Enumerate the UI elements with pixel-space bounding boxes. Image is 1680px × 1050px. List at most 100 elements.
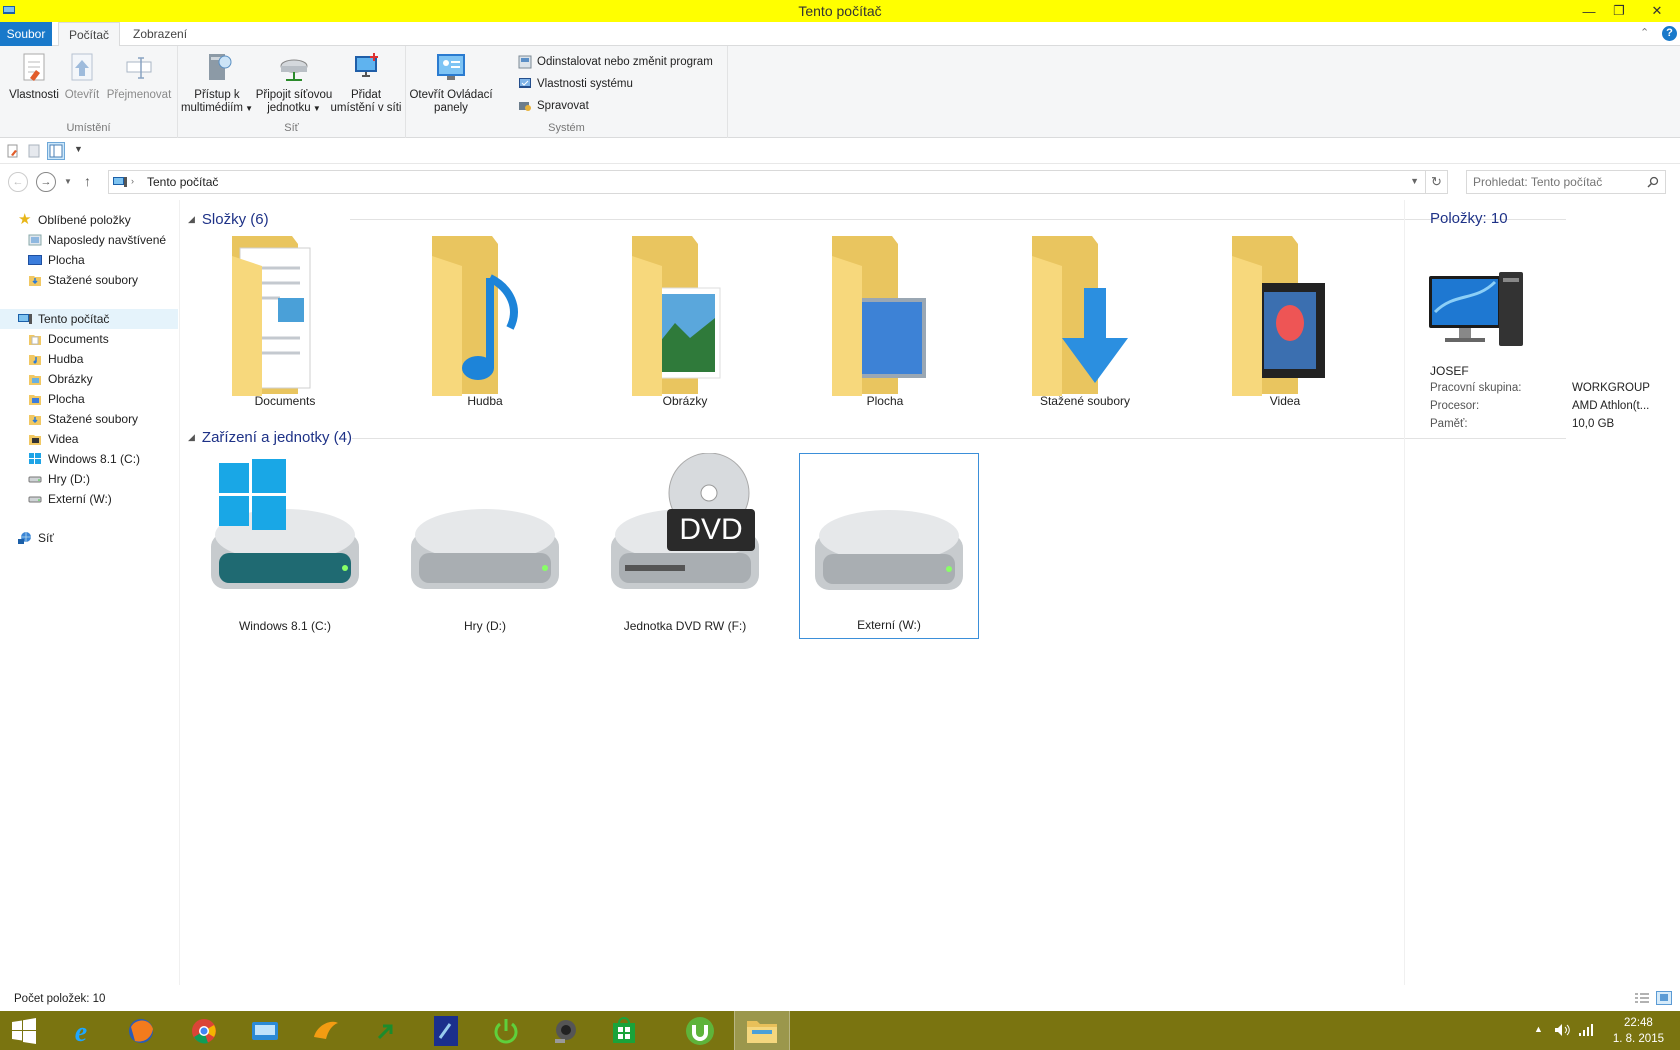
search-input[interactable] xyxy=(1473,174,1643,190)
folder-label: Plocha xyxy=(866,394,904,408)
nav-videos[interactable]: Videa xyxy=(28,429,78,449)
store-icon[interactable] xyxy=(598,1011,650,1050)
collapse-caret-icon[interactable]: ◢ xyxy=(188,432,195,443)
nav-recent-places[interactable]: Naposledy navštívené xyxy=(28,230,166,250)
nav-desktop[interactable]: Plocha xyxy=(28,389,85,409)
refresh-icon[interactable]: ↻ xyxy=(1426,170,1448,194)
address-bar[interactable]: › Tento počítač ▼ xyxy=(108,170,1426,194)
nav-fav-downloads-label: Stažené soubory xyxy=(48,273,139,287)
back-icon[interactable]: ← xyxy=(8,172,28,192)
breadcrumb-separator-icon[interactable]: › xyxy=(131,176,134,186)
folder-tile-documents[interactable]: Documents xyxy=(195,228,375,414)
restore-button[interactable]: ❐ xyxy=(1604,0,1634,22)
utorrent-icon[interactable] xyxy=(674,1011,726,1050)
layout-icon[interactable] xyxy=(47,142,65,160)
nav-music[interactable]: Hudba xyxy=(28,349,83,369)
media-access-button[interactable]: Přístup k multimédiím ▼ xyxy=(178,50,256,115)
explorer-window-icon[interactable] xyxy=(239,1011,291,1050)
computer-icon xyxy=(18,314,32,324)
add-location-label-2: umístění v síti xyxy=(330,102,402,114)
folder-tile-videos[interactable]: Videa xyxy=(1195,228,1375,414)
system-properties-button[interactable]: Vlastnosti systému xyxy=(518,74,633,94)
app-green-arrow-icon[interactable] xyxy=(360,1011,412,1050)
desktop-folder-icon xyxy=(832,236,926,396)
customize-qat-icon[interactable]: ▼ xyxy=(74,144,83,154)
dvd-badge-text: DVD xyxy=(679,513,742,546)
large-icons-view-icon[interactable] xyxy=(1656,991,1672,1005)
system-properties-label: Vlastnosti systému xyxy=(537,78,633,90)
tab-view[interactable]: Zobrazení xyxy=(123,22,197,46)
nav-this-pc[interactable]: Tento počítač xyxy=(0,309,178,329)
address-history-icon[interactable]: ▼ xyxy=(1410,176,1419,186)
open-button[interactable]: Otevřít xyxy=(62,50,102,102)
hard-drive-icon xyxy=(28,476,42,483)
close-button[interactable]: ✕ xyxy=(1642,0,1672,22)
navigation-pane: ★ Oblíbené položky Naposledy navštívené … xyxy=(0,200,180,985)
folder-tile-music[interactable]: Hudba xyxy=(395,228,575,414)
details-items-count: Položky: 10 xyxy=(1430,210,1508,227)
details-view-icon[interactable] xyxy=(1634,992,1650,1004)
folder-tile-downloads[interactable]: Stažené soubory xyxy=(995,228,1175,414)
add-network-location-button[interactable]: Přidat umístění v síti xyxy=(328,50,404,115)
map-drive-button[interactable]: Připojit síťovou jednotku ▼ xyxy=(248,50,340,115)
network-signal-icon[interactable] xyxy=(1578,1023,1594,1037)
nav-drive-w[interactable]: Externí (W:) xyxy=(28,489,112,509)
up-icon[interactable]: ↑ xyxy=(84,173,91,189)
nav-drive-d[interactable]: Hry (D:) xyxy=(28,469,90,489)
search-icon[interactable] xyxy=(1647,176,1659,188)
internet-explorer-icon[interactable]: e xyxy=(55,1011,107,1050)
app-blue-icon[interactable] xyxy=(420,1011,472,1050)
new-folder-icon[interactable] xyxy=(27,144,41,158)
nav-fav-downloads[interactable]: Stažené soubory xyxy=(28,270,138,290)
control-panel-button[interactable]: Otevřít Ovládací panely xyxy=(408,50,494,115)
search-box[interactable] xyxy=(1466,170,1666,194)
group-header-devices[interactable]: ◢ Zařízení a jednotky (4) xyxy=(188,427,352,447)
tab-file[interactable]: Soubor xyxy=(0,22,52,46)
file-explorer-icon[interactable] xyxy=(734,1011,790,1050)
start-button[interactable] xyxy=(0,1011,48,1050)
collapse-ribbon-icon[interactable]: ⌃ xyxy=(1640,26,1649,39)
help-icon[interactable]: ? xyxy=(1662,26,1677,41)
address-path[interactable]: Tento počítač xyxy=(147,175,218,189)
recent-locations-icon[interactable]: ▼ xyxy=(64,177,72,186)
forward-icon[interactable]: → xyxy=(36,172,56,192)
nav-drive-c[interactable]: Windows 8.1 (C:) xyxy=(28,449,140,469)
minimize-button[interactable]: — xyxy=(1574,0,1604,22)
folder-tile-pictures[interactable]: Obrázky xyxy=(595,228,775,414)
drive-tile-c[interactable]: Windows 8.1 (C:) xyxy=(195,453,375,639)
desktop-icon xyxy=(28,255,42,265)
details-pane: Položky: 10 JOSEF Pracovní skupina: WORK… xyxy=(1404,200,1680,985)
system-clock[interactable]: 22:48 1. 8. 2015 xyxy=(1613,1015,1664,1047)
drive-tile-d[interactable]: Hry (D:) xyxy=(395,453,575,639)
nav-fav-desktop[interactable]: Plocha xyxy=(28,250,85,270)
folder-tile-desktop[interactable]: Plocha xyxy=(795,228,975,414)
quick-access-toolbar: ▼ xyxy=(0,138,1680,164)
content-pane: ◢ Složky (6) Documents Hudba Obrázky Plo… xyxy=(182,200,1566,985)
group-header-folders[interactable]: ◢ Složky (6) xyxy=(188,209,269,229)
drive-tile-w[interactable]: Externí (W:) xyxy=(799,453,979,639)
nav-pictures[interactable]: Obrázky xyxy=(28,369,93,389)
nav-downloads[interactable]: Stažené soubory xyxy=(28,409,138,429)
show-hidden-icons-icon[interactable]: ▲ xyxy=(1534,1024,1543,1034)
nav-documents[interactable]: Documents xyxy=(28,329,109,349)
manage-button[interactable]: Spravovat xyxy=(518,96,589,116)
chrome-icon[interactable] xyxy=(178,1011,230,1050)
volume-icon[interactable] xyxy=(1554,1023,1570,1037)
uninstall-program-button[interactable]: Odinstalovat nebo změnit program xyxy=(518,52,713,72)
nav-network[interactable]: Síť xyxy=(18,528,54,548)
ribbon-group-system: Otevřít Ovládací panely Odinstalovat neb… xyxy=(406,46,728,138)
app-orange-icon[interactable] xyxy=(300,1011,352,1050)
collapse-caret-icon[interactable]: ◢ xyxy=(188,214,195,225)
drive-tile-f[interactable]: DVD Jednotka DVD RW (F:) xyxy=(595,453,775,639)
properties-icon[interactable] xyxy=(6,144,20,158)
tab-computer[interactable]: Počítač xyxy=(58,22,121,47)
nav-favorites[interactable]: ★ Oblíbené položky xyxy=(18,210,131,230)
manage-icon xyxy=(519,102,531,111)
ribbon-group-network: Přístup k multimédiím ▼ Připojit síťovou… xyxy=(178,46,406,138)
power-icon[interactable] xyxy=(480,1011,532,1050)
firefox-icon[interactable] xyxy=(115,1011,167,1050)
recent-places-icon xyxy=(28,234,42,246)
rename-button[interactable]: Přejmenovat xyxy=(104,50,174,102)
webcam-icon[interactable] xyxy=(539,1011,591,1050)
properties-button[interactable]: Vlastnosti xyxy=(6,50,62,102)
